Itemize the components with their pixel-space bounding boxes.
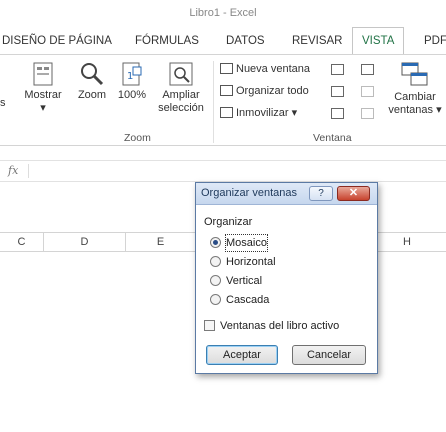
zoom-selection-icon xyxy=(169,62,193,86)
function-icon[interactable]: fx xyxy=(8,164,18,177)
dialog-titlebar[interactable]: Organizar ventanas ? ✕ xyxy=(196,183,377,205)
zoom-button[interactable]: Zoom xyxy=(72,61,112,102)
column-header-d[interactable]: D xyxy=(44,233,126,251)
organizar-todo-label: Organizar todo xyxy=(236,85,309,97)
radio-button[interactable] xyxy=(210,294,221,305)
unhide-window-icon[interactable] xyxy=(331,108,344,119)
tab-revisar[interactable]: REVISAR xyxy=(292,28,343,54)
inmovilizar-label: Inmovilizar xyxy=(236,107,289,119)
column-header-e[interactable]: E xyxy=(126,233,196,251)
new-window-icon xyxy=(220,63,233,74)
ribbon-separator xyxy=(213,61,214,143)
ventana-group-label: Ventana xyxy=(313,132,352,144)
zoom-label: Zoom xyxy=(77,89,107,101)
formula-bar-divider xyxy=(28,164,29,178)
zoom-100-button[interactable]: 1 100% xyxy=(114,61,150,102)
view-side-by-side-icon[interactable] xyxy=(361,64,374,75)
ampliar-label-1: Ampliar xyxy=(162,89,200,101)
freeze-panes-icon xyxy=(220,107,233,118)
ampliar-seleccion-button[interactable]: Ampliar selección xyxy=(154,61,208,115)
arrange-all-icon xyxy=(220,85,233,96)
organizar-ventanas-dialog: Organizar ventanas ? ✕ Organizar Mosaico… xyxy=(195,182,378,374)
dialog-title: Organizar ventanas xyxy=(201,187,297,199)
zoom-100-label: 100% xyxy=(117,89,147,101)
checkbox-box[interactable] xyxy=(204,320,215,331)
checkbox-label: Ventanas del libro activo xyxy=(220,320,340,332)
switch-windows-icon xyxy=(401,62,428,86)
ribbon-cut-label: s xyxy=(0,97,6,109)
mostrar-button[interactable]: Mostrar ▾ xyxy=(21,61,65,115)
radio-label: Mosaico xyxy=(225,234,268,252)
help-button[interactable]: ? xyxy=(309,186,333,201)
tab-pdf[interactable]: PDF xyxy=(424,28,446,54)
formula-bar: fx xyxy=(0,160,446,182)
tab-formulas[interactable]: FÓRMULAS xyxy=(135,28,199,54)
radio-button[interactable] xyxy=(210,256,221,267)
cancelar-button[interactable]: Cancelar xyxy=(292,345,366,365)
ribbon-tabs: DISEÑO DE PÁGINA FÓRMULAS DATOS REVISAR … xyxy=(0,27,446,55)
svg-text:1: 1 xyxy=(127,71,133,82)
organizar-todo-button[interactable]: Organizar todo xyxy=(220,82,309,100)
tab-diseno-pagina[interactable]: DISEÑO DE PÁGINA xyxy=(2,28,112,54)
close-button[interactable]: ✕ xyxy=(337,186,370,201)
split-icon[interactable] xyxy=(331,64,344,75)
radio-button[interactable] xyxy=(210,237,221,248)
magnifier-icon xyxy=(81,63,104,86)
aceptar-button[interactable]: Aceptar xyxy=(206,345,278,365)
column-header-c[interactable]: C xyxy=(0,233,44,251)
radio-label: Cascada xyxy=(226,294,270,306)
reset-position-icon[interactable] xyxy=(361,108,374,119)
cambiar-ventanas-button[interactable]: Cambiar ventanas ▾ xyxy=(386,61,444,117)
show-icon xyxy=(33,62,53,86)
cambiar-label-2: ventanas xyxy=(388,104,434,116)
ampliar-label-2: selección xyxy=(158,102,204,114)
sync-scroll-icon[interactable] xyxy=(361,86,374,97)
zoom-100-icon: 1 xyxy=(122,62,142,86)
cambiar-label-1: Cambiar xyxy=(394,91,436,103)
chevron-down-icon: ▾ xyxy=(436,104,442,116)
radio-button[interactable] xyxy=(210,275,221,286)
organizar-section-label: Organizar xyxy=(204,216,253,228)
nueva-ventana-label: Nueva ventana xyxy=(236,63,310,75)
chevron-down-icon: ▾ xyxy=(291,107,298,119)
mostrar-label: Mostrar xyxy=(24,89,62,101)
chevron-down-icon: ▾ xyxy=(40,102,46,114)
nueva-ventana-button[interactable]: Nueva ventana xyxy=(220,60,310,78)
hide-window-icon[interactable] xyxy=(331,86,344,97)
inmovilizar-button[interactable]: Inmovilizar ▾ xyxy=(220,104,297,122)
zoom-group-label: Zoom xyxy=(124,132,151,144)
tab-vista[interactable]: VISTA xyxy=(352,27,405,55)
window-title: Libro1 - Excel xyxy=(0,0,446,26)
ribbon: s Mostrar ▾ Zoom 1 100% Ampliar selecció… xyxy=(0,54,446,146)
column-header-h[interactable]: H xyxy=(368,233,446,251)
radio-label: Vertical xyxy=(226,275,263,287)
radio-label: Horizontal xyxy=(226,256,276,268)
tab-datos[interactable]: DATOS xyxy=(226,28,265,54)
